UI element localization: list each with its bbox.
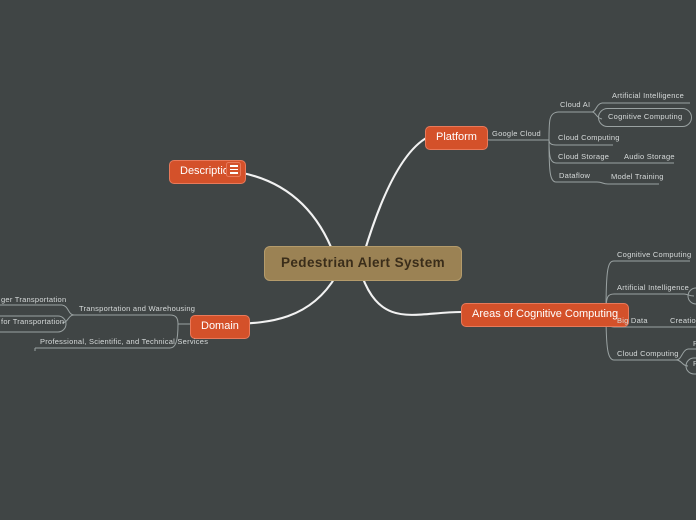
- leaf-areas-artificial-intelligence[interactable]: Artificial Intelligence: [614, 284, 692, 294]
- leaf-areas-cloud-computing-child-b[interactable]: R: [690, 360, 696, 370]
- leaf-areas-big-data[interactable]: Big Data: [614, 317, 651, 327]
- branch-node-domain[interactable]: Domain: [190, 315, 250, 339]
- leaf-support-activities-for-transportation-clipped[interactable]: for Transportation: [0, 318, 67, 328]
- leaf-areas-cognitive-computing[interactable]: Cognitive Computing: [614, 251, 694, 261]
- leaf-passenger-transportation-clipped[interactable]: ger Transportation: [0, 296, 69, 306]
- leaf-areas-big-data-child[interactable]: Creation o: [667, 317, 696, 327]
- branch-node-areas-of-cognitive-computing[interactable]: Areas of Cognitive Computing: [461, 303, 630, 327]
- edge-root-platform: [360, 135, 430, 262]
- leaf-model-training[interactable]: Model Training: [608, 173, 667, 183]
- edge-dataflow-model: [596, 181, 609, 185]
- edge-transport-child-a: [61, 304, 75, 316]
- capsule-cognitive-computing[interactable]: Cognitive Computing: [598, 108, 693, 127]
- leaf-areas-cloud-computing[interactable]: Cloud Computing: [614, 350, 682, 360]
- edge-domain-transport: [169, 314, 179, 325]
- leaf-transportation-and-warehousing[interactable]: Transportation and Warehousing: [76, 305, 198, 315]
- leaf-dataflow[interactable]: Dataflow: [556, 172, 593, 182]
- edge-areas-ai-child: [683, 293, 695, 297]
- note-icon[interactable]: [226, 162, 241, 177]
- edge-root-areas: [360, 274, 463, 316]
- root-node[interactable]: Pedestrian Alert System: [264, 246, 463, 281]
- branch-node-platform[interactable]: Platform: [425, 126, 488, 150]
- edge-areas-cc2-child-b: [675, 359, 689, 367]
- mindmap-canvas: Pedestrian Alert System Description Plat…: [0, 0, 696, 520]
- leaf-areas-cloud-computing-child-a[interactable]: R: [690, 340, 696, 350]
- leaf-cloud-ai[interactable]: Cloud AI: [557, 101, 593, 111]
- leaf-audio-storage[interactable]: Audio Storage: [621, 153, 678, 163]
- leaf-google-cloud[interactable]: Google Cloud: [489, 130, 544, 140]
- leaf-artificial-intelligence[interactable]: Artificial Intelligence: [609, 92, 687, 102]
- leaf-cloud-computing[interactable]: Cloud Computing: [555, 134, 623, 144]
- leaf-cloud-storage[interactable]: Cloud Storage: [555, 153, 612, 163]
- leaf-professional-scientific-technical-services[interactable]: Professional, Scientific, and Technical …: [37, 338, 211, 348]
